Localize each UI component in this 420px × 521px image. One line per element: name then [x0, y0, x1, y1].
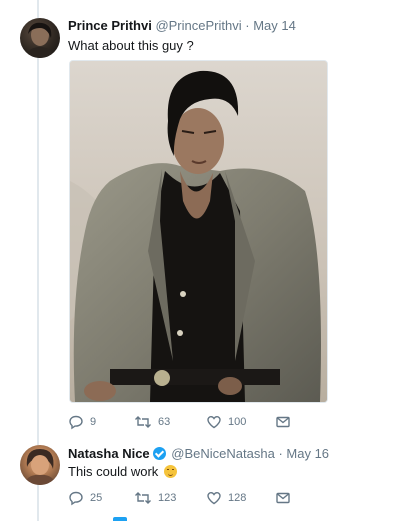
user-handle[interactable]: @BeNiceNatasha: [171, 446, 275, 461]
like-count: 128: [228, 492, 247, 504]
reply-icon: [69, 491, 83, 506]
reply-count: 25: [90, 492, 103, 504]
grimacing-face-emoji: [163, 465, 177, 478]
tweet-date[interactable]: May 16: [286, 446, 329, 461]
retweet-count: 63: [158, 416, 171, 428]
reply-count: 9: [90, 416, 97, 428]
tweet-header: Natasha Nice @BeNiceNatasha · May 16: [68, 446, 329, 461]
like-button[interactable]: 100: [206, 412, 246, 432]
user-handle[interactable]: @PrincePrithvi: [155, 18, 241, 33]
separator-dot: ·: [245, 18, 250, 33]
retweet-icon: [135, 416, 151, 428]
retweet-button[interactable]: 123: [134, 488, 176, 508]
avatar[interactable]: [20, 18, 60, 58]
direct-message-button[interactable]: [275, 412, 291, 432]
direct-message-icon: [276, 492, 290, 504]
heart-icon: [207, 415, 221, 429]
retweet-count: 123: [158, 492, 177, 504]
tweet-actions: 25 123 128: [68, 488, 308, 508]
retweet-button[interactable]: 63: [134, 412, 170, 432]
tweet-text: This could work: [68, 464, 159, 479]
like-count: 100: [228, 416, 247, 428]
tweet-photo[interactable]: [69, 60, 328, 403]
tweet-text-row: This could work: [68, 464, 177, 479]
display-name[interactable]: Natasha Nice: [68, 446, 150, 461]
verified-badge-icon: [152, 447, 166, 460]
next-item-edge: [113, 517, 127, 521]
tweet-actions: 9 63 100: [68, 412, 308, 432]
like-button[interactable]: 128: [206, 488, 246, 508]
reply-button[interactable]: 25: [68, 488, 102, 508]
display-name[interactable]: Prince Prithvi: [68, 18, 152, 33]
tweet-text: What about this guy ?: [68, 38, 194, 53]
tweet-date[interactable]: May 14: [253, 18, 296, 33]
retweet-icon: [135, 492, 151, 504]
heart-icon: [207, 491, 221, 505]
tweet-header: Prince Prithvi @PrincePrithvi · May 14: [68, 18, 296, 33]
reply-icon: [69, 415, 83, 430]
thread-connector-line: [37, 0, 39, 521]
avatar[interactable]: [20, 445, 60, 485]
reply-button[interactable]: 9: [68, 412, 96, 432]
direct-message-button[interactable]: [275, 488, 291, 508]
separator-dot: ·: [278, 446, 283, 461]
direct-message-icon: [276, 416, 290, 428]
